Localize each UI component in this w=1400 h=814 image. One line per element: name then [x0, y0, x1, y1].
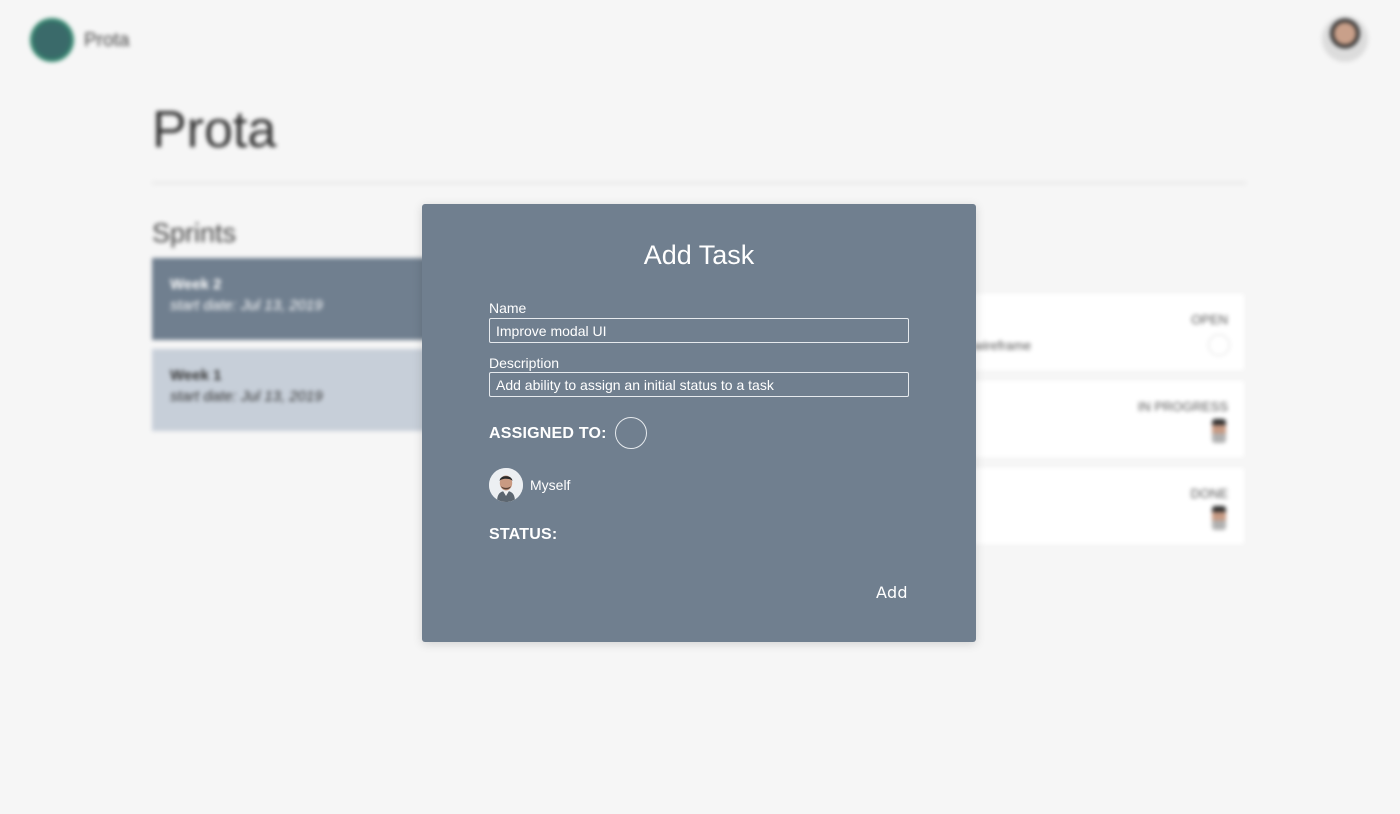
unassigned-avatar-icon: [1208, 334, 1230, 356]
sprints-heading: Sprints: [152, 218, 237, 248]
description-label: Description: [489, 355, 560, 371]
assignee-avatar-icon: [1212, 506, 1226, 530]
task-card-done[interactable]: DONE: [960, 468, 1244, 544]
status-label: STATUS:: [489, 526, 558, 543]
add-task-modal: Add Task Name Description ASSIGNED TO: M…: [422, 204, 976, 642]
sprint-card-week-2[interactable]: Week 2 start date: Jul 13, 2019: [152, 258, 442, 340]
task-status: DONE: [1190, 486, 1228, 501]
task-status: IN PROGRESS: [1137, 399, 1228, 414]
sprint-card-week-1[interactable]: Week 1 start date: Jul 13, 2019: [152, 349, 442, 431]
task-name: wireframe: [974, 338, 1032, 353]
task-card-open[interactable]: OPEN wireframe: [960, 294, 1244, 370]
page-title: Prota: [152, 101, 277, 159]
sprint-start-date: start date: Jul 13, 2019: [170, 297, 323, 314]
task-status: OPEN: [1191, 312, 1228, 327]
name-input[interactable]: [489, 318, 909, 343]
user-avatar-icon[interactable]: [1322, 16, 1368, 62]
assignee-avatar-icon: [1212, 419, 1226, 443]
sprint-name: Week 2: [170, 276, 222, 293]
brand-name[interactable]: Prota: [84, 30, 129, 52]
prota-logo-icon[interactable]: [30, 18, 74, 62]
divider: [152, 182, 1246, 184]
assignee-slot-icon[interactable]: [615, 417, 647, 449]
modal-title: Add Task: [643, 240, 755, 270]
name-label: Name: [489, 300, 527, 316]
description-input[interactable]: [489, 372, 909, 397]
assigned-to-label: ASSIGNED TO:: [489, 425, 607, 442]
sprint-start-date: start date: Jul 13, 2019: [170, 388, 323, 405]
member-avatar-icon[interactable]: [489, 468, 523, 502]
task-card-in-progress[interactable]: IN PROGRESS: [960, 381, 1244, 457]
member-name[interactable]: Myself: [530, 477, 570, 493]
add-task-button[interactable]: Add: [870, 582, 914, 603]
sprint-name: Week 1: [170, 367, 222, 384]
